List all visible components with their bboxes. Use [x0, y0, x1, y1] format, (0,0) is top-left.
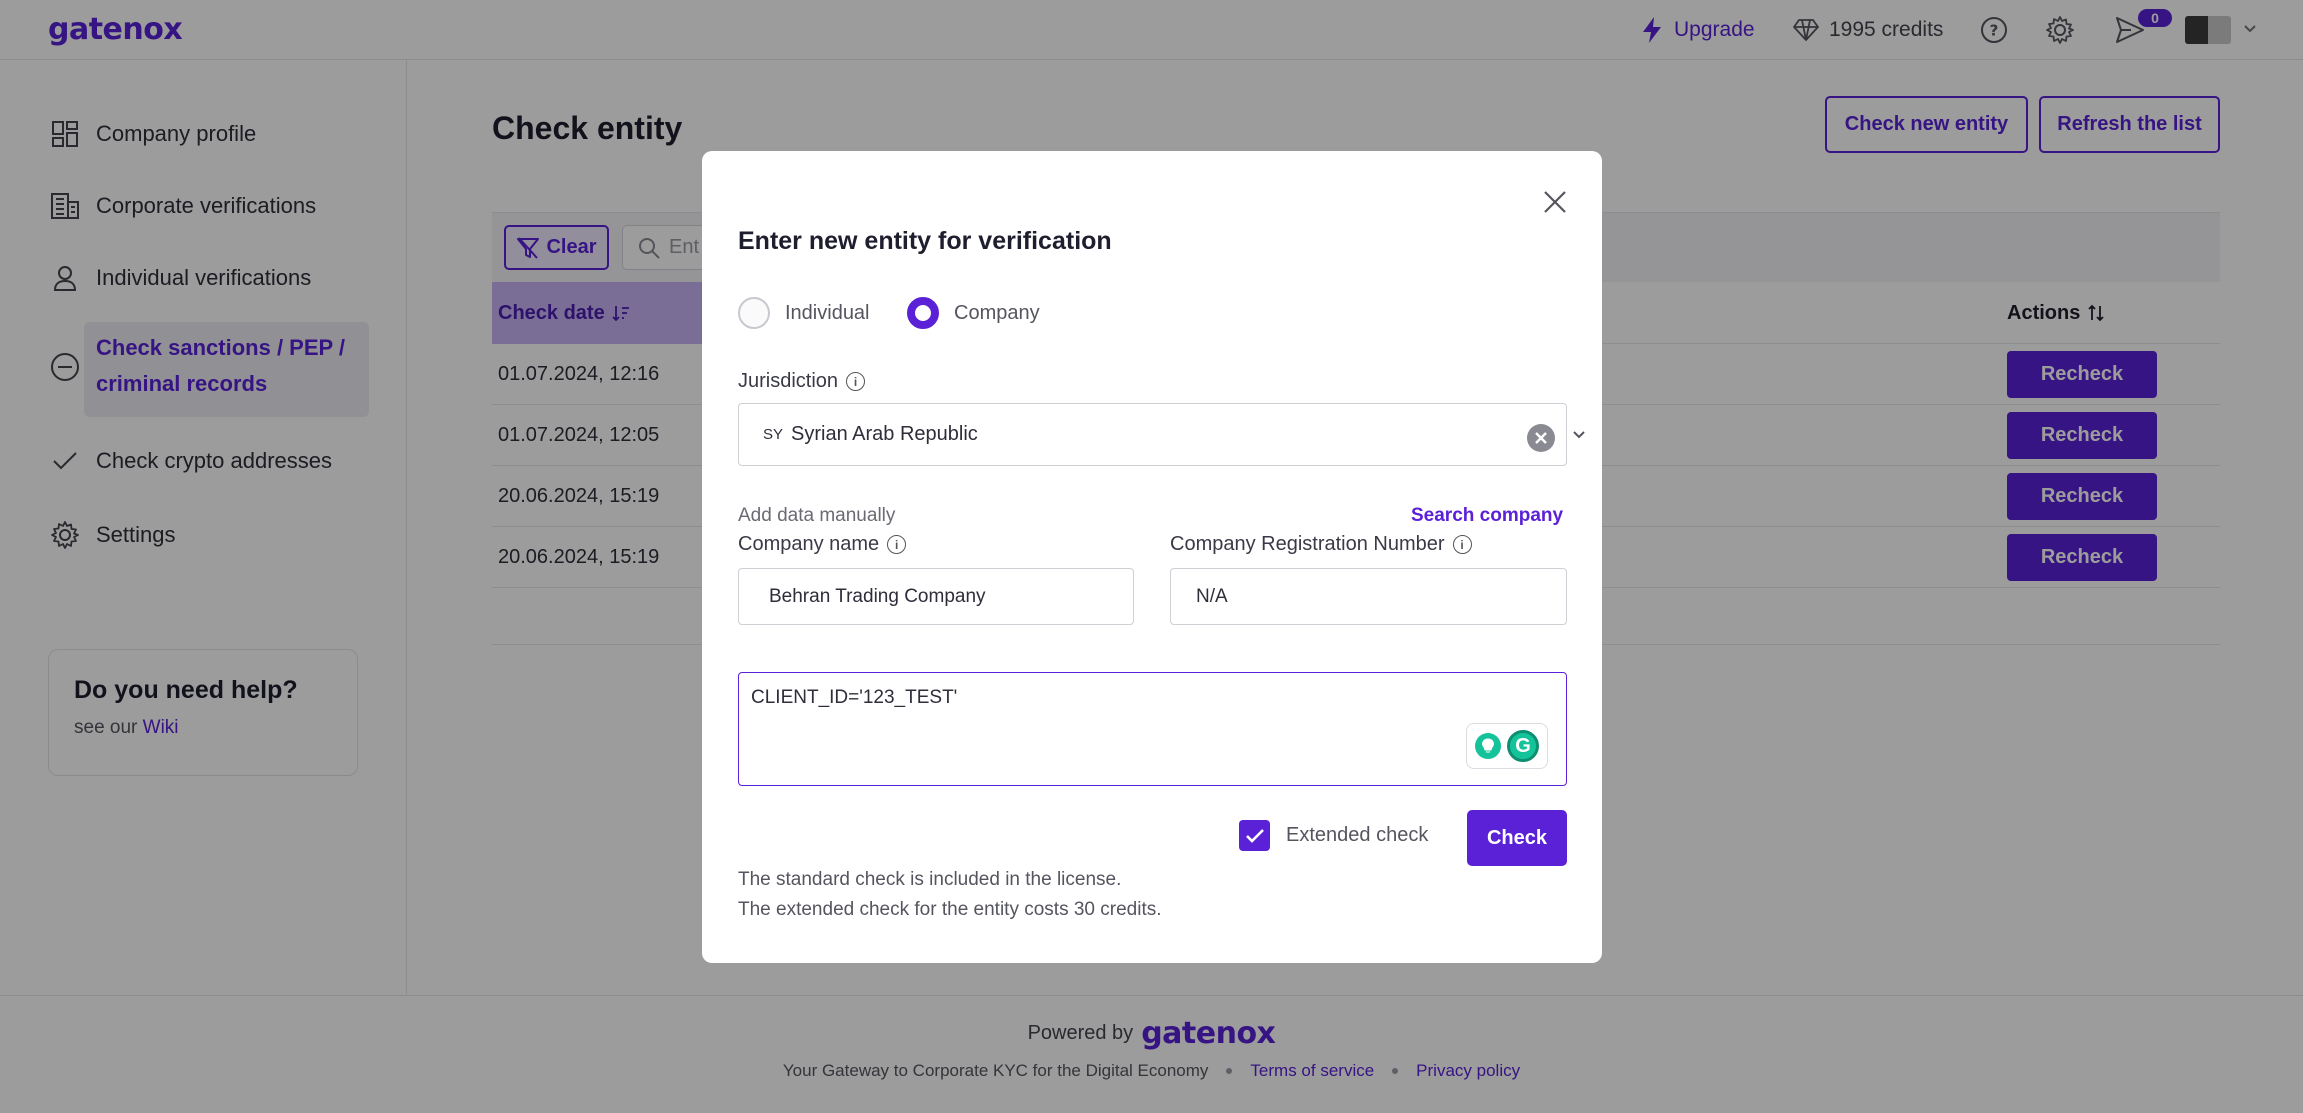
checkbox-checked-icon	[1239, 820, 1270, 851]
radio-label: Company	[954, 301, 1040, 324]
radio-individual[interactable]: Individual	[738, 297, 870, 329]
notes-textarea[interactable]: CLIENT_ID='123_TEST' G	[738, 672, 1567, 786]
chevron-down-icon[interactable]	[1571, 427, 1587, 443]
radio-circle-selected	[907, 297, 939, 329]
add-data-manually-label: Add data manually	[738, 505, 896, 526]
company-name-label: Company name i	[738, 533, 907, 556]
clear-selection-icon[interactable]	[1527, 424, 1555, 452]
grammarly-icon: G	[1507, 730, 1539, 762]
search-company-link[interactable]: Search company	[1411, 505, 1563, 527]
notes-value: CLIENT_ID='123_TEST'	[751, 687, 958, 708]
close-icon[interactable]	[1540, 187, 1570, 217]
radio-circle	[738, 297, 770, 329]
modal-title: Enter new entity for verification	[738, 227, 1112, 255]
radio-company[interactable]: Company	[907, 297, 1040, 329]
extended-check-checkbox[interactable]: Extended check	[1239, 820, 1428, 851]
check-button[interactable]: Check	[1467, 810, 1567, 866]
registration-number-label: Company Registration Number i	[1170, 533, 1472, 556]
extended-check-label: Extended check	[1286, 824, 1429, 846]
company-name-field[interactable]: Behran Trading Company	[738, 568, 1134, 625]
lightbulb-icon	[1475, 733, 1501, 759]
info-icon[interactable]: i	[1452, 535, 1472, 554]
new-entity-modal: Enter new entity for verification Indivi…	[702, 151, 1602, 963]
grammarly-widget[interactable]: G	[1466, 723, 1548, 769]
jurisdiction-label: Jurisdiction i	[738, 370, 866, 393]
standard-check-note: The standard check is included in the li…	[738, 869, 1122, 890]
country-code: SY	[763, 426, 784, 443]
info-icon[interactable]: i	[887, 535, 907, 554]
registration-number-field[interactable]: N/A	[1170, 568, 1567, 625]
jurisdiction-select[interactable]: SY Syrian Arab Republic	[738, 403, 1585, 466]
jurisdiction-value: Syrian Arab Republic	[791, 423, 978, 445]
radio-label: Individual	[785, 301, 870, 324]
extended-check-note: The extended check for the entity costs …	[738, 899, 1162, 920]
info-icon[interactable]: i	[846, 372, 866, 391]
